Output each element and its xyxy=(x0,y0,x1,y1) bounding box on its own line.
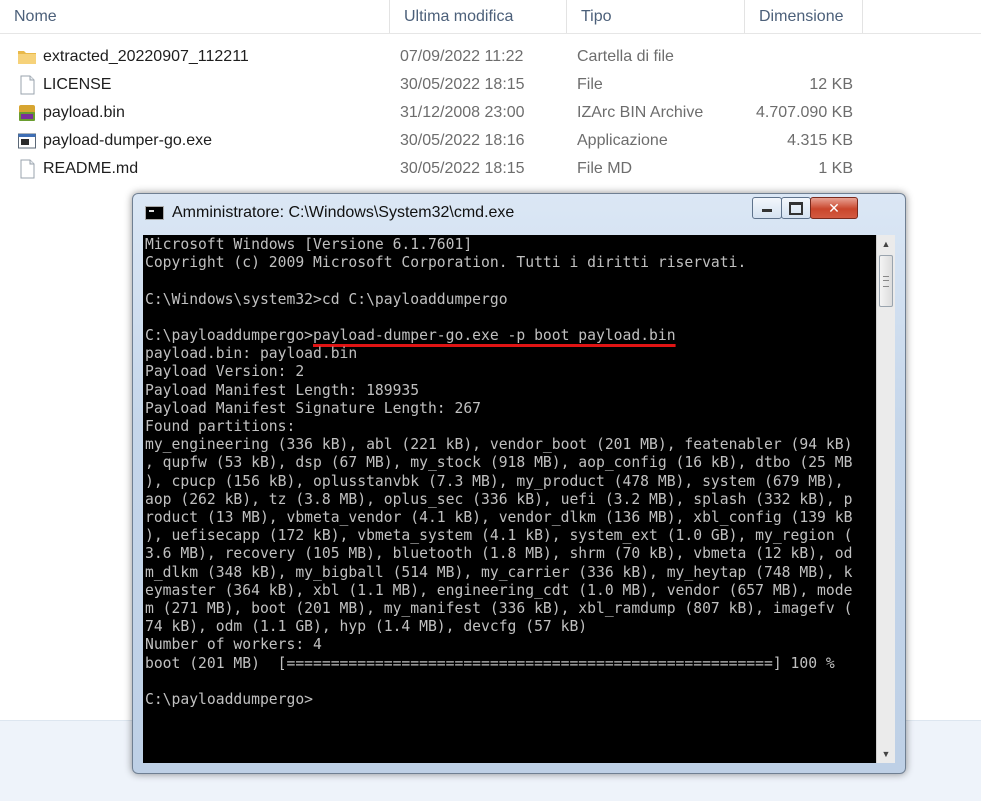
cmd-app-icon[interactable] xyxy=(145,206,164,220)
grip-icon xyxy=(883,276,889,287)
file-name: payload.bin xyxy=(43,104,125,121)
cmd-titlebar[interactable]: Amministratore: C:\Windows\System32\cmd.… xyxy=(133,194,905,232)
file-row[interactable]: LICENSE 30/05/2022 18:15 File 12 KB xyxy=(0,71,981,99)
console-output: Microsoft Windows [Versione 6.1.7601] Co… xyxy=(145,236,852,709)
archive-icon xyxy=(19,105,35,121)
file-row[interactable]: README.md 30/05/2022 18:15 File MD 1 KB xyxy=(0,155,981,183)
file-type: File xyxy=(577,76,603,93)
console-lines-after: payload.bin: payload.bin Payload Version… xyxy=(145,345,853,709)
scroll-down-icon[interactable]: ▼ xyxy=(877,745,895,763)
console-lines-before: Microsoft Windows [Versione 6.1.7601] Co… xyxy=(145,236,747,308)
file-type: Applicazione xyxy=(577,132,668,149)
vertical-scrollbar[interactable]: ▲ ▼ xyxy=(876,235,895,763)
cmd-window-title: Amministratore: C:\Windows\System32\cmd.… xyxy=(172,204,515,221)
minimize-button[interactable] xyxy=(752,197,782,219)
column-size-header[interactable]: Dimensione xyxy=(745,0,863,33)
file-modified: 31/12/2008 23:00 xyxy=(400,104,525,121)
cmd-window[interactable]: Amministratore: C:\Windows\System32\cmd.… xyxy=(132,193,906,774)
maximize-button[interactable] xyxy=(781,197,811,219)
file-name: payload-dumper-go.exe xyxy=(43,132,212,149)
file-modified: 07/09/2022 11:22 xyxy=(400,48,524,65)
maximize-icon xyxy=(789,202,803,215)
file-type: File MD xyxy=(577,160,633,177)
minimize-icon xyxy=(762,209,772,212)
file-name: README.md xyxy=(43,160,139,177)
file-name: LICENSE xyxy=(43,76,112,93)
column-name-header[interactable]: Nome xyxy=(0,0,390,33)
file-size: 4.707.090 KB xyxy=(756,104,853,121)
column-header-bar: Nome Ultima modifica Tipo Dimensione xyxy=(0,0,981,34)
file-type: IZArc BIN Archive xyxy=(577,104,704,121)
close-button[interactable]: ✕ xyxy=(810,197,858,219)
scroll-thumb[interactable] xyxy=(879,255,893,307)
file-size: 4.315 KB xyxy=(787,132,853,149)
cmd-console[interactable]: Microsoft Windows [Versione 6.1.7601] Co… xyxy=(143,235,876,763)
file-size: 12 KB xyxy=(809,76,853,93)
scroll-up-icon[interactable]: ▲ xyxy=(877,235,895,253)
folder-icon xyxy=(18,51,36,64)
file-type: Cartella di file xyxy=(577,48,674,65)
exe-icon xyxy=(18,133,36,149)
file-modified: 30/05/2022 18:16 xyxy=(400,132,525,149)
file-name: extracted_20220907_112211 xyxy=(43,48,249,65)
file-size: 1 KB xyxy=(818,160,853,177)
close-icon: ✕ xyxy=(828,200,840,216)
file-row[interactable]: extracted_20220907_112211 07/09/2022 11:… xyxy=(0,43,981,71)
console-prompt: C:\payloaddumpergo> xyxy=(145,327,314,345)
column-modified-header[interactable]: Ultima modifica xyxy=(390,0,567,33)
file-row[interactable]: payload.bin 31/12/2008 23:00 IZArc BIN A… xyxy=(0,99,981,127)
file-icon xyxy=(20,75,35,95)
file-modified: 30/05/2022 18:15 xyxy=(400,76,525,93)
file-icon xyxy=(20,159,35,179)
file-modified: 30/05/2022 18:15 xyxy=(400,160,525,177)
console-command-highlight: payload-dumper-go.exe -p boot payload.bi… xyxy=(313,327,676,345)
column-type-header[interactable]: Tipo xyxy=(567,0,745,33)
file-row[interactable]: payload-dumper-go.exe 30/05/2022 18:16 A… xyxy=(0,127,981,155)
